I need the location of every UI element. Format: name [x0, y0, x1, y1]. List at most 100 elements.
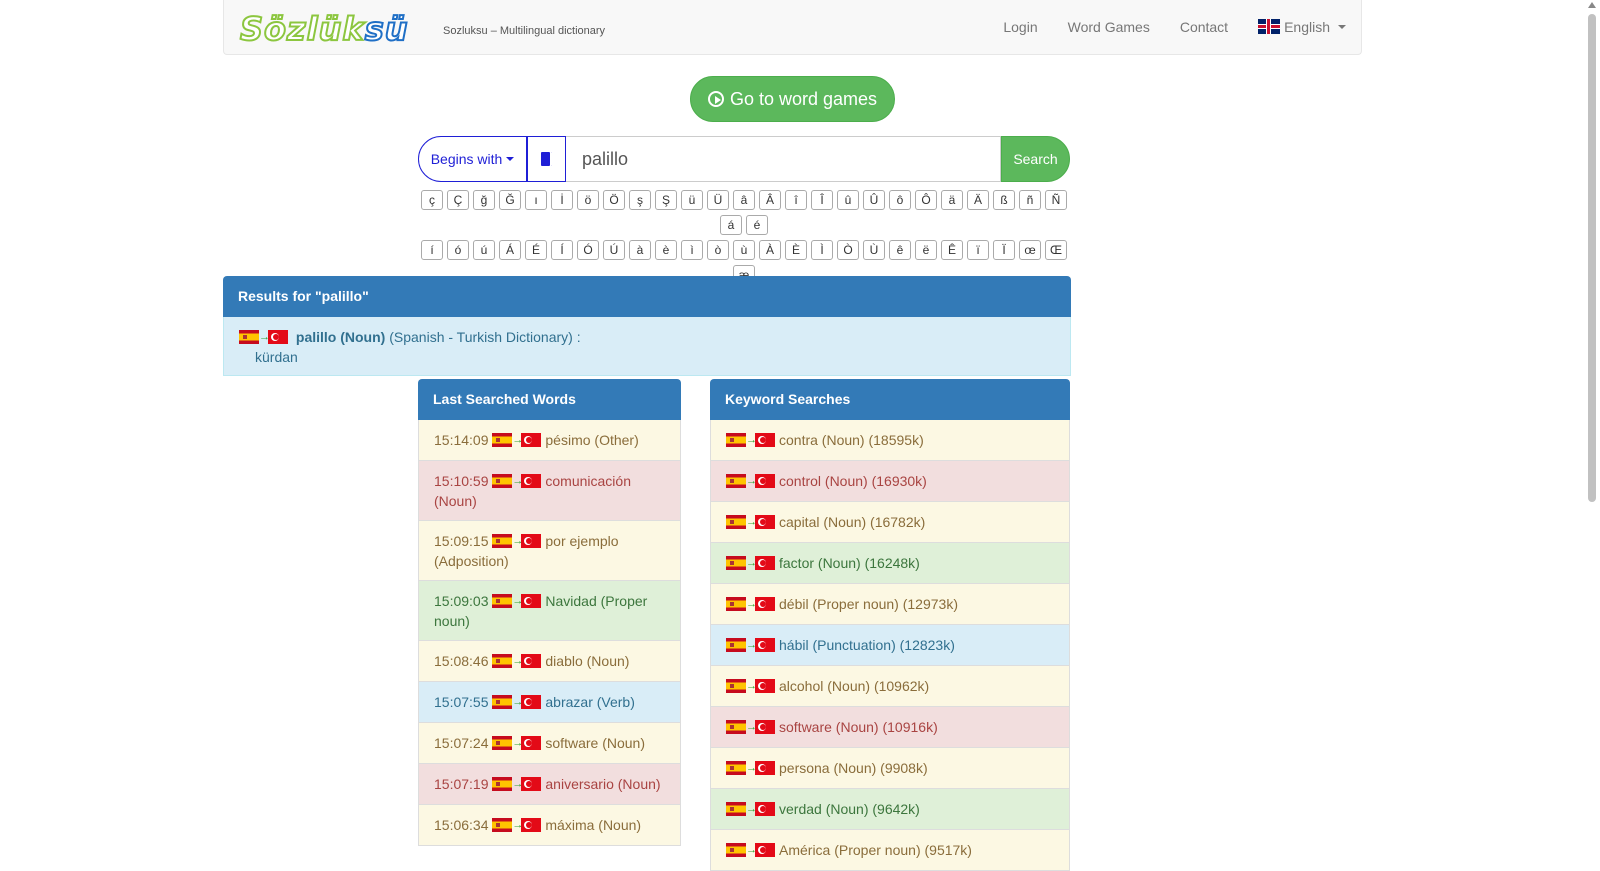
special-char-button[interactable]: ú [473, 240, 495, 260]
special-char-button[interactable]: Â [759, 190, 781, 210]
keyword-search-item[interactable]: → contra (Noun) (18595k) [710, 420, 1070, 461]
last-searched-item[interactable]: 15:10:59 → comunicación (Noun) [418, 461, 681, 521]
special-char-button[interactable]: í [421, 240, 443, 260]
special-char-button[interactable]: ñ [1019, 190, 1041, 210]
search-input[interactable] [566, 136, 1001, 182]
keyword-search-item[interactable]: → hábil (Punctuation) (12823k) [710, 625, 1070, 666]
go-to-word-games-button[interactable]: Go to word games [690, 76, 895, 122]
result-word-link[interactable]: palillo (Noun) [296, 329, 385, 345]
site-logo[interactable]: Sözlüksü [239, 9, 409, 49]
last-searched-item[interactable]: 15:09:15 → por ejemplo (Adposition) [418, 521, 681, 581]
special-char-button[interactable]: Ñ [1045, 190, 1067, 210]
special-char-button[interactable]: â [733, 190, 755, 210]
keyword-link[interactable]: factor (Noun) (16248k) [779, 555, 920, 571]
special-char-button[interactable]: Ö [603, 190, 625, 210]
keyword-search-item[interactable]: → verdad (Noun) (9642k) [710, 789, 1070, 830]
dictionary-select-button[interactable] [527, 136, 566, 182]
last-searched-item[interactable]: 15:07:24 → software (Noun) [418, 723, 681, 764]
keyword-link[interactable]: contra (Noun) (18595k) [779, 432, 924, 448]
special-char-button[interactable]: À [759, 240, 781, 260]
special-char-button[interactable]: à [629, 240, 651, 260]
special-char-button[interactable]: á [720, 215, 742, 235]
special-char-button[interactable]: ç [421, 190, 443, 210]
scrollbar-thumb[interactable] [1588, 14, 1596, 502]
keyword-search-item[interactable]: → alcohol (Noun) (10962k) [710, 666, 1070, 707]
special-char-button[interactable]: İ [551, 190, 573, 210]
last-searched-item[interactable]: 15:14:09 → pésimo (Other) [418, 420, 681, 461]
keyword-link[interactable]: persona (Noun) (9908k) [779, 760, 928, 776]
searched-word-link[interactable]: software (Noun) [545, 735, 645, 751]
special-char-button[interactable]: Ò [837, 240, 859, 260]
keyword-search-item[interactable]: → factor (Noun) (16248k) [710, 543, 1070, 584]
special-char-button[interactable]: Ì [811, 240, 833, 260]
special-char-button[interactable]: Ù [863, 240, 885, 260]
searched-word-link[interactable]: máxima (Noun) [545, 817, 641, 833]
special-char-button[interactable]: ó [447, 240, 469, 260]
keyword-link[interactable]: software (Noun) (10916k) [779, 719, 938, 735]
keyword-link[interactable]: débil (Proper noun) (12973k) [779, 596, 958, 612]
keyword-search-item[interactable]: → persona (Noun) (9908k) [710, 748, 1070, 789]
special-char-button[interactable]: Ü [707, 190, 729, 210]
special-char-button[interactable]: û [837, 190, 859, 210]
special-char-button[interactable]: Ó [577, 240, 599, 260]
special-char-button[interactable]: ä [941, 190, 963, 210]
special-char-button[interactable]: Ğ [499, 190, 521, 210]
page-scrollbar[interactable] [1584, 0, 1600, 857]
searched-word-link[interactable]: diablo (Noun) [545, 653, 629, 669]
special-char-button[interactable]: ß [993, 190, 1015, 210]
keyword-link[interactable]: control (Noun) (16930k) [779, 473, 927, 489]
special-char-button[interactable]: ş [629, 190, 651, 210]
login-link[interactable]: Login [988, 19, 1052, 35]
special-char-button[interactable]: Ä [967, 190, 989, 210]
special-char-button[interactable]: ü [681, 190, 703, 210]
language-dropdown[interactable]: English [1243, 19, 1361, 35]
special-char-button[interactable]: ğ [473, 190, 495, 210]
special-char-button[interactable]: ô [889, 190, 911, 210]
keyword-link[interactable]: alcohol (Noun) (10962k) [779, 678, 929, 694]
special-char-button[interactable]: è [655, 240, 677, 260]
searched-word-link[interactable]: aniversario (Noun) [545, 776, 660, 792]
scroll-up-icon[interactable] [1588, 2, 1596, 8]
search-button[interactable]: Search [1001, 136, 1070, 182]
special-char-button[interactable]: ê [889, 240, 911, 260]
special-char-button[interactable]: ö [577, 190, 599, 210]
special-char-button[interactable]: î [785, 190, 807, 210]
keyword-link[interactable]: verdad (Noun) (9642k) [779, 801, 920, 817]
last-searched-item[interactable]: 15:09:03 → Navidad (Proper noun) [418, 581, 681, 641]
special-char-button[interactable]: Î [811, 190, 833, 210]
special-char-button[interactable]: É [525, 240, 547, 260]
special-char-button[interactable]: ì [681, 240, 703, 260]
word-games-link[interactable]: Word Games [1053, 19, 1165, 35]
special-char-button[interactable]: Í [551, 240, 573, 260]
keyword-search-item[interactable]: → software (Noun) (10916k) [710, 707, 1070, 748]
special-char-button[interactable]: ò [707, 240, 729, 260]
contact-link[interactable]: Contact [1165, 19, 1243, 35]
special-char-button[interactable]: Ç [447, 190, 469, 210]
search-mode-dropdown[interactable]: Begins with [418, 136, 527, 182]
special-char-button[interactable]: ï [967, 240, 989, 260]
last-searched-item[interactable]: 15:08:46 → diablo (Noun) [418, 641, 681, 682]
last-searched-item[interactable]: 15:07:19 → aniversario (Noun) [418, 764, 681, 805]
special-char-button[interactable]: Ú [603, 240, 625, 260]
last-searched-item[interactable]: 15:07:55 → abrazar (Verb) [418, 682, 681, 723]
special-char-button[interactable]: Œ [1045, 240, 1067, 260]
keyword-search-item[interactable]: → capital (Noun) (16782k) [710, 502, 1070, 543]
last-searched-item[interactable]: 15:06:34 → máxima (Noun) [418, 805, 681, 846]
keyword-search-item[interactable]: → débil (Proper noun) (12973k) [710, 584, 1070, 625]
keyword-link[interactable]: América (Proper noun) (9517k) [779, 842, 972, 858]
special-char-button[interactable]: œ [1019, 240, 1041, 260]
special-char-button[interactable]: ë [915, 240, 937, 260]
special-char-button[interactable]: Ï [993, 240, 1015, 260]
special-char-button[interactable]: Ş [655, 190, 677, 210]
special-char-button[interactable]: ı [525, 190, 547, 210]
keyword-search-item[interactable]: → América (Proper noun) (9517k) [710, 830, 1070, 871]
special-char-button[interactable]: é [746, 215, 768, 235]
special-char-button[interactable]: ù [733, 240, 755, 260]
result-translation[interactable]: kürdan [239, 349, 298, 365]
searched-word-link[interactable]: pésimo (Other) [545, 432, 638, 448]
special-char-button[interactable]: Ô [915, 190, 937, 210]
keyword-link[interactable]: hábil (Punctuation) (12823k) [779, 637, 955, 653]
special-char-button[interactable]: Á [499, 240, 521, 260]
keyword-link[interactable]: capital (Noun) (16782k) [779, 514, 925, 530]
special-char-button[interactable]: Û [863, 190, 885, 210]
